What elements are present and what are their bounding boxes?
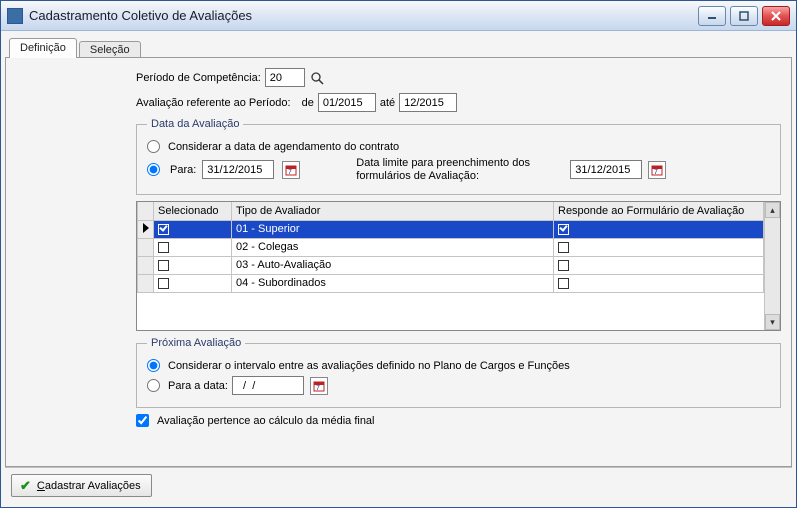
check-icon: ✔: [20, 479, 31, 492]
radio-para-row: Para: 7 Data limite para preenchimento d…: [147, 157, 770, 182]
table-row[interactable]: 02 - Colegas: [138, 238, 764, 256]
avaliador-grid: Selecionado Tipo de Avaliador Responde a…: [136, 201, 781, 331]
scroll-down-icon[interactable]: ▾: [765, 314, 780, 330]
app-icon: [7, 8, 23, 24]
radio-para-label: Para:: [170, 164, 196, 176]
cell-tipo: 01 - Superior: [232, 220, 554, 238]
media-final-row: Avaliação pertence ao cálculo da média f…: [136, 414, 781, 427]
checkbox-responde[interactable]: [558, 224, 569, 235]
row-pointer-icon: [143, 223, 149, 233]
scroll-up-icon[interactable]: ▴: [765, 202, 780, 218]
cell-tipo: 03 - Auto-Avaliação: [232, 256, 554, 274]
periodo-input[interactable]: [265, 68, 305, 87]
cadastrar-button-label: Cadastrar Avaliações: [37, 480, 141, 492]
radio-para[interactable]: [147, 163, 160, 176]
avaliador-table: Selecionado Tipo de Avaliador Responde a…: [137, 202, 764, 293]
tab-definicao[interactable]: Definição: [9, 38, 77, 58]
window-buttons: [698, 6, 790, 26]
calendar-button-limite[interactable]: 7: [648, 161, 666, 179]
table-row[interactable]: 03 - Auto-Avaliação: [138, 256, 764, 274]
grid-header-indicator: [138, 202, 154, 220]
radio-plano-row: Considerar o intervalo entre as avaliaçõ…: [147, 359, 770, 372]
cell-tipo: 02 - Colegas: [232, 238, 554, 256]
maximize-button[interactable]: [730, 6, 758, 26]
referente-de-label: de: [302, 97, 314, 109]
radio-proxima-data[interactable]: [147, 379, 160, 392]
calendar-button-proxima[interactable]: 7: [310, 377, 328, 395]
proxima-data-input[interactable]: [232, 376, 304, 395]
media-final-label: Avaliação pertence ao cálculo da média f…: [157, 415, 375, 427]
limite-block: Data limite para preenchimento dos formu…: [356, 157, 666, 182]
radio-agendamento-row: Considerar a data de agendamento do cont…: [147, 140, 770, 153]
calendar-icon: 7: [285, 164, 297, 176]
checkbox-media-final[interactable]: [136, 414, 149, 427]
group-data-avaliacao-legend: Data da Avaliação: [147, 118, 243, 130]
radio-plano[interactable]: [147, 359, 160, 372]
radio-agendamento[interactable]: [147, 140, 160, 153]
grid-header-tipo[interactable]: Tipo de Avaliador: [232, 202, 554, 220]
grid-scrollbar[interactable]: ▴ ▾: [764, 202, 780, 330]
table-row[interactable]: 01 - Superior: [138, 220, 764, 238]
grid-header-responde[interactable]: Responde ao Formulário de Avaliação: [554, 202, 764, 220]
svg-text:7: 7: [288, 169, 292, 176]
checkbox-responde[interactable]: [558, 242, 569, 253]
svg-text:7: 7: [316, 385, 320, 392]
radio-plano-label: Considerar o intervalo entre as avaliaçõ…: [168, 360, 570, 372]
referente-ate-input[interactable]: [399, 93, 457, 112]
tab-page-definicao: Período de Competência: Avaliação refere…: [5, 57, 792, 467]
referente-ate-label: até: [380, 97, 395, 109]
tab-strip: Definição Seleção: [5, 35, 792, 57]
minimize-icon: [707, 11, 717, 21]
periodo-label: Período de Competência:: [136, 72, 261, 84]
footer-bar: ✔ Cadastrar Avaliações: [5, 467, 792, 503]
titlebar: Cadastramento Coletivo de Avaliações: [1, 1, 796, 31]
minimize-button[interactable]: [698, 6, 726, 26]
checkbox-responde[interactable]: [558, 260, 569, 271]
search-icon[interactable]: [311, 72, 325, 86]
window-title: Cadastramento Coletivo de Avaliações: [29, 8, 698, 23]
svg-text:7: 7: [654, 169, 658, 176]
maximize-icon: [739, 11, 749, 21]
radio-proxima-data-label: Para a data:: [168, 380, 228, 392]
limite-label: Data limite para preenchimento dos formu…: [356, 157, 566, 182]
para-date-input[interactable]: [202, 160, 274, 179]
group-proxima: Próxima Avaliação Considerar o intervalo…: [136, 337, 781, 408]
cadastrar-button[interactable]: ✔ Cadastrar Avaliações: [11, 474, 152, 497]
periodo-row: Período de Competência:: [136, 68, 781, 87]
checkbox-selecionado[interactable]: [158, 260, 169, 271]
close-button[interactable]: [762, 6, 790, 26]
scroll-track[interactable]: [765, 218, 780, 314]
grid-header-selecionado[interactable]: Selecionado: [154, 202, 232, 220]
calendar-button-para[interactable]: 7: [282, 161, 300, 179]
cell-tipo: 04 - Subordinados: [232, 274, 554, 292]
checkbox-responde[interactable]: [558, 278, 569, 289]
table-row[interactable]: 04 - Subordinados: [138, 274, 764, 292]
calendar-icon: 7: [651, 164, 663, 176]
calendar-icon: 7: [313, 380, 325, 392]
checkbox-selecionado[interactable]: [158, 278, 169, 289]
window-frame: Cadastramento Coletivo de Avaliações Def…: [0, 0, 797, 508]
checkbox-selecionado[interactable]: [158, 224, 169, 235]
client-area: Definição Seleção Período de Competência…: [1, 31, 796, 507]
radio-proxima-data-row: Para a data: 7: [147, 376, 770, 395]
grid-header-row: Selecionado Tipo de Avaliador Responde a…: [138, 202, 764, 220]
referente-label: Avaliação referente ao Período:: [136, 97, 291, 109]
group-proxima-legend: Próxima Avaliação: [147, 337, 245, 349]
group-data-avaliacao: Data da Avaliação Considerar a data de a…: [136, 118, 781, 195]
radio-agendamento-label: Considerar a data de agendamento do cont…: [168, 141, 399, 153]
checkbox-selecionado[interactable]: [158, 242, 169, 253]
referente-de-input[interactable]: [318, 93, 376, 112]
limite-date-input[interactable]: [570, 160, 642, 179]
close-icon: [771, 11, 781, 21]
referente-row: Avaliação referente ao Período: de até: [136, 93, 781, 112]
